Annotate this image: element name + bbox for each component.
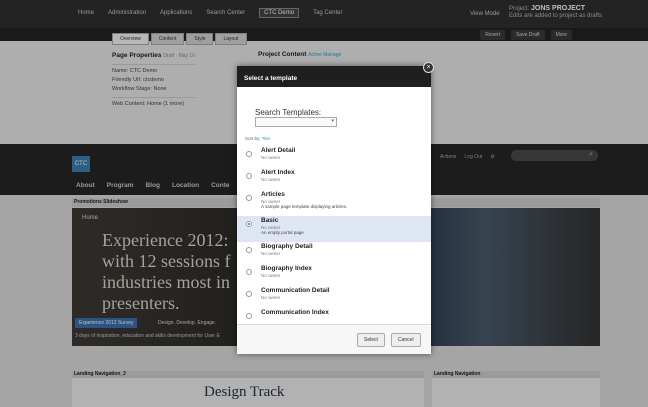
template-owner: No owner [261,295,281,300]
radio-button[interactable] [246,247,252,253]
template-title: Basic [261,217,279,224]
template-title: Communication Detail [261,287,330,294]
template-title: Biography Index [261,265,312,272]
dialog-footer: Select Cancel [237,324,431,354]
template-title: Biography Detail [261,243,313,250]
template-owner: No owner [261,177,281,182]
template-owner: No owner [261,155,281,160]
template-title: Communication Index [261,309,329,316]
template-option[interactable]: Biography Detail No owner [237,242,431,264]
template-description: A sample page template displaying articl… [261,204,348,209]
sort-label: Sort by: [245,136,261,141]
template-title: Articles [261,191,285,198]
select-template-dialog: Select a template Search Templates: ▾ So… [237,66,431,354]
template-title: Alert Detail [261,147,296,154]
search-templates-label: Search Templates: [255,108,322,117]
template-option[interactable]: Communication Detail No owner [237,286,431,308]
template-owner: No owner [261,251,281,256]
search-templates-input[interactable]: ▾ [255,117,337,127]
cancel-button[interactable]: Cancel [391,333,421,347]
template-option[interactable]: Alert Detail No owner [237,146,431,168]
radio-button[interactable] [246,151,252,157]
template-option[interactable]: Biography Index No owner [237,264,431,286]
radio-button[interactable] [246,269,252,275]
dialog-title: Select a template [237,66,431,87]
radio-button[interactable] [246,291,252,297]
radio-button[interactable] [246,195,252,201]
template-owner: No owner [261,273,281,278]
template-list: Alert Detail No owner Alert Index No owner A… [237,146,431,330]
chevron-down-icon: ▾ [331,118,334,124]
template-option[interactable]: Basic No owner An empty portal page [237,216,431,242]
template-option[interactable]: Alert Index No owner [237,168,431,190]
template-description: An empty portal page [261,230,304,235]
sort-by-title-link[interactable]: Title [262,136,270,141]
sort-by: Sort by: Title [245,136,270,141]
template-option[interactable]: Articles No owner A sample page template d… [237,190,431,216]
select-button[interactable]: Select [357,333,385,347]
radio-button[interactable] [246,313,252,319]
radio-button[interactable] [246,173,252,179]
template-title: Alert Index [261,169,295,176]
radio-button[interactable] [246,221,252,227]
close-icon[interactable]: × [423,62,434,73]
